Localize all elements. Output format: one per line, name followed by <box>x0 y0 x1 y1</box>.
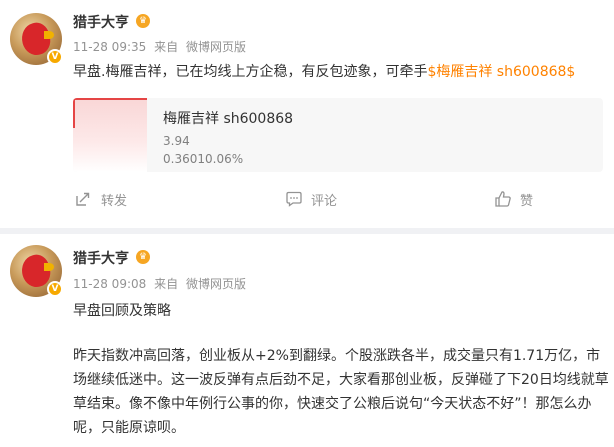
stock-name: 梅雁吉祥 sh600868 <box>163 111 294 127</box>
post-title: 早盘回顾及策略 <box>73 303 171 319</box>
post-source[interactable]: 微博网页版 <box>186 277 246 291</box>
crown-icon: ♛ <box>136 14 150 28</box>
like-label: 赞 <box>520 193 534 209</box>
comment-label: 评论 <box>311 193 338 209</box>
stock-tag-link[interactable]: $梅雁吉祥 sh600868$ <box>427 64 575 80</box>
post-text-main: 早盘.梅雁吉祥，已在均线上方企稳，有反包迹象，可牵手 <box>73 64 428 80</box>
post-text: 早盘.梅雁吉祥，已在均线上方企稳，有反包迹象，可牵手$梅雁吉祥 sh600868… <box>73 60 603 84</box>
stock-change: 0.36010.06% <box>163 152 244 166</box>
author-name[interactable]: 猎手大亨 <box>73 248 129 268</box>
weibo-post: V 猎手大亨 ♛ 11-28 09:35 来自 微博网页版 早盘.梅雁吉祥，已在… <box>0 0 614 228</box>
comment-icon <box>286 191 302 207</box>
repost-label: 转发 <box>101 193 128 209</box>
comment-button[interactable]: 评论 <box>285 186 337 212</box>
weibo-post: V 猎手大亨 ♛ 11-28 09:08 来自 微博网页版 早盘回顾及策略 昨天… <box>0 234 614 447</box>
stock-card[interactable]: 梅雁吉祥 sh600868 3.94 0.36010.06% <box>73 98 603 172</box>
crown-icon: ♛ <box>136 250 150 264</box>
action-bar: 转发 评论 赞 <box>0 186 614 212</box>
verified-icon: V <box>47 281 63 297</box>
repost-button[interactable]: 转发 <box>75 186 127 212</box>
stock-chart-thumbnail <box>73 98 147 172</box>
source-prefix: 来自 <box>154 277 179 291</box>
post-date[interactable]: 11-28 09:08 <box>73 277 146 291</box>
verified-icon: V <box>47 49 63 65</box>
thumbs-up-icon <box>495 191 511 207</box>
post-meta: 11-28 09:35 来自 微博网页版 <box>73 38 250 55</box>
source-prefix: 来自 <box>154 40 179 54</box>
post-meta: 11-28 09:08 来自 微博网页版 <box>73 275 250 292</box>
stock-price: 3.94 <box>163 134 190 148</box>
repost-icon <box>76 192 90 206</box>
post-body: 昨天指数冲高回落，创业板从+2%到翻绿。个股涨跌各半，成交量只有1.71万亿，市… <box>73 348 609 436</box>
post-source[interactable]: 微博网页版 <box>186 40 246 54</box>
author-name[interactable]: 猎手大亨 <box>73 12 129 32</box>
like-button[interactable]: 赞 <box>494 186 533 212</box>
post-date[interactable]: 11-28 09:35 <box>73 40 146 54</box>
